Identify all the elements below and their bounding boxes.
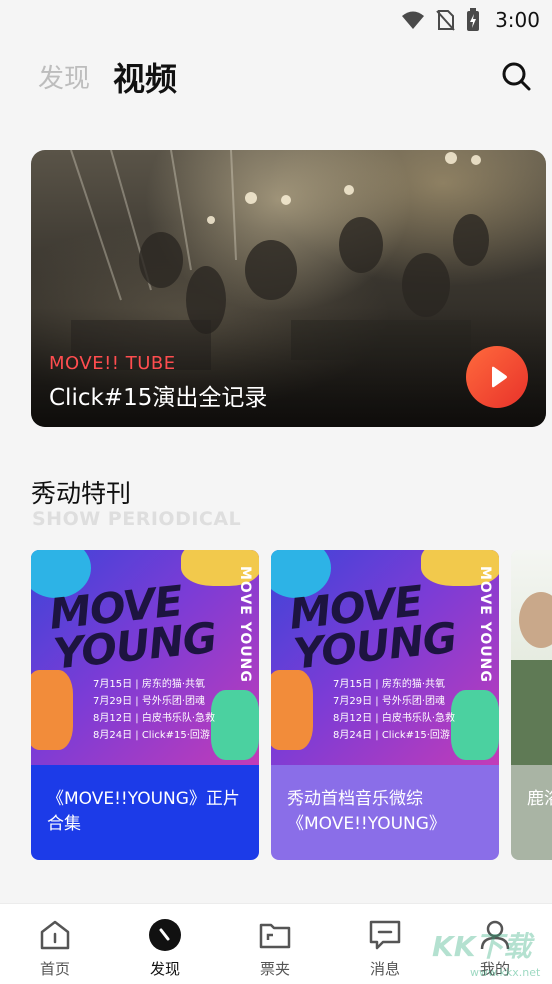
poster-side-text: MOVE YOUNG — [477, 566, 493, 683]
nav-item-messages[interactable]: 消息 — [330, 904, 440, 984]
top-header: 发现 视频 — [0, 48, 552, 104]
card-caption: 秀动首档音乐微综《MOVE!!YOUNG》 — [271, 765, 499, 860]
hero-tag: MOVE!! TUBE — [49, 353, 176, 374]
section-subtitle: SHOW PERIODICAL — [32, 508, 242, 530]
periodical-carousel[interactable]: MOVE YOUNG MOVE YOUNG 7月15日 | 房东的猫·共氧 7月… — [31, 550, 552, 860]
status-time: 3:00 — [495, 8, 540, 32]
card-photo — [511, 550, 552, 770]
watermark-logo: KK下载 — [432, 930, 532, 963]
card-poster: MOVE YOUNG MOVE YOUNG 7月15日 | 房东的猫·共氧 7月… — [31, 550, 259, 765]
no-sim-icon — [436, 10, 455, 31]
poster-logo: MOVE YOUNG — [46, 576, 219, 679]
nav-item-discover[interactable]: 发现 — [110, 904, 220, 984]
card-caption: 《MOVE!!YOUNG》正片合集 — [31, 765, 259, 860]
poster-logo: MOVE YOUNG — [286, 576, 459, 679]
nav-label: 票夹 — [259, 960, 290, 978]
battery-charging-icon — [467, 8, 480, 31]
poster-schedule: 7月15日 | 房东的猫·共氧 7月29日 | 号外乐团·团魂 8月12日 | … — [93, 679, 215, 741]
nav-item-home[interactable]: 首页 — [0, 904, 110, 984]
play-icon — [492, 366, 507, 388]
featured-video-card[interactable]: MOVE!! TUBE Click#15演出全记录 — [31, 150, 546, 427]
wifi-icon — [402, 11, 425, 29]
message-icon — [369, 920, 401, 950]
nav-item-tickets[interactable]: 票夹 — [220, 904, 330, 984]
periodical-card[interactable]: MOVE YOUNG MOVE YOUNG 7月15日 | 房东的猫·共氧 7月… — [271, 550, 499, 860]
play-button[interactable] — [466, 346, 528, 408]
search-icon[interactable] — [500, 60, 532, 92]
card-caption: 鹿浴笑 — [511, 765, 552, 860]
discover-icon — [149, 919, 181, 951]
tab-discover[interactable]: 发现 — [38, 58, 90, 95]
nav-label: 首页 — [39, 960, 70, 978]
nav-label: 发现 — [149, 960, 180, 978]
ticket-folder-icon — [259, 923, 291, 949]
nav-label: 消息 — [369, 960, 400, 978]
poster-schedule: 7月15日 | 房东的猫·共氧 7月29日 | 号外乐团·团魂 8月12日 | … — [333, 679, 455, 741]
periodical-card[interactable]: 鹿浴笑 — [511, 550, 552, 860]
poster-side-text: MOVE YOUNG — [237, 566, 253, 683]
card-poster: MOVE YOUNG MOVE YOUNG 7月15日 | 房东的猫·共氧 7月… — [271, 550, 499, 765]
section-title: 秀动特刊 — [31, 479, 132, 508]
periodical-card[interactable]: MOVE YOUNG MOVE YOUNG 7月15日 | 房东的猫·共氧 7月… — [31, 550, 259, 860]
home-icon — [40, 920, 70, 950]
watermark-url: www.kkx.net — [470, 966, 541, 979]
hero-title: Click#15演出全记录 — [49, 385, 268, 411]
tab-video[interactable]: 视频 — [113, 54, 177, 100]
status-bar: 3:00 — [0, 0, 552, 40]
